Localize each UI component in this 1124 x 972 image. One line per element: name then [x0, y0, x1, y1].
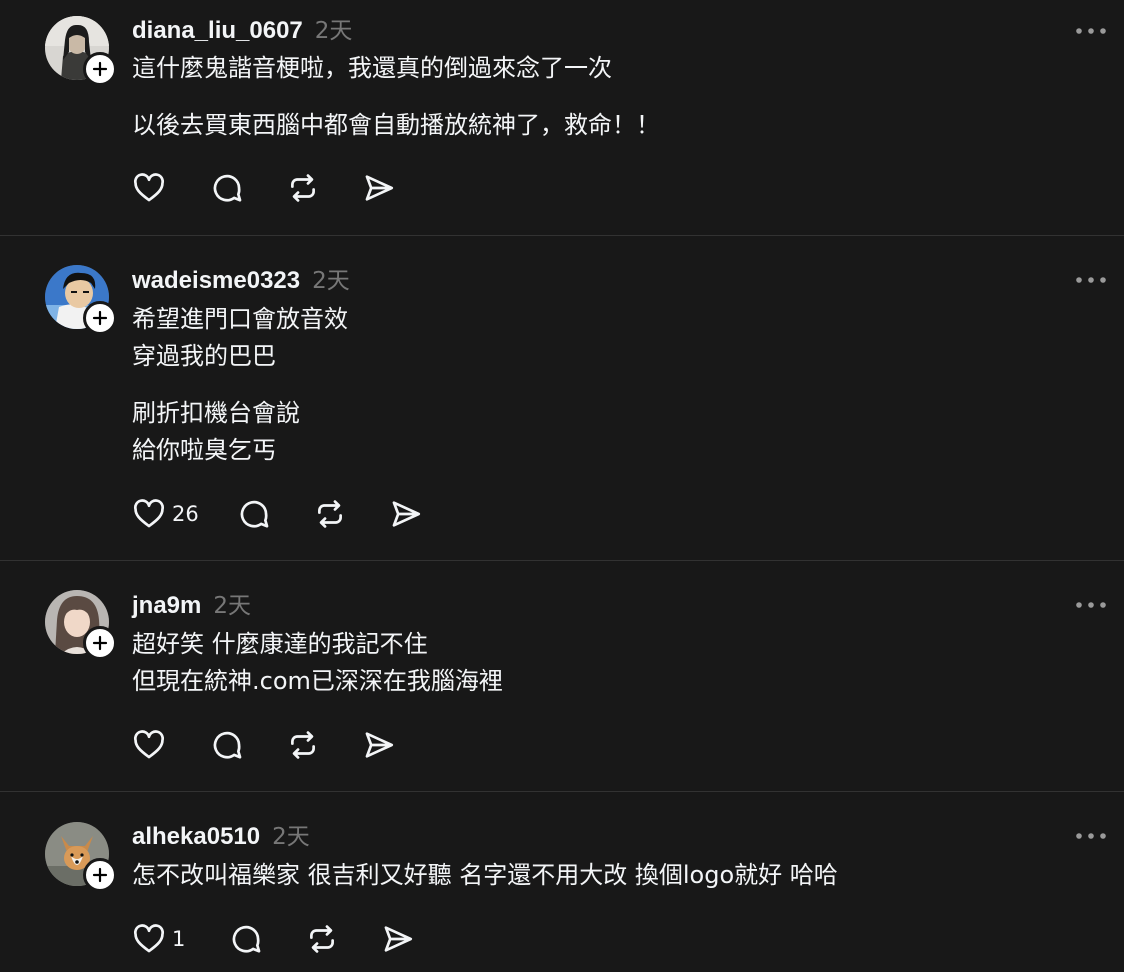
repost-button[interactable] [286, 728, 320, 762]
action-bar: 26 [132, 496, 423, 532]
action-bar [132, 170, 396, 206]
timestamp[interactable]: 2天 [312, 261, 350, 295]
username[interactable]: alheka0510 [132, 823, 260, 851]
timestamp[interactable]: 2天 [213, 586, 251, 620]
plus-icon [92, 635, 108, 651]
repost-button[interactable] [313, 497, 347, 531]
plus-icon [92, 310, 108, 326]
action-bar: 1 [132, 921, 415, 957]
more-options-button[interactable] [1075, 827, 1107, 839]
more-options-button[interactable] [1075, 271, 1107, 283]
share-button[interactable] [362, 171, 396, 205]
repost-button[interactable] [305, 922, 339, 956]
reply-post: diana_liu_0607 2天 這什麼鬼諧音梗啦，我還真的倒過來念了一次 以… [0, 0, 1124, 236]
text-line: 刷折扣機台會說 [132, 399, 300, 427]
avatar-wrapper[interactable] [45, 822, 117, 892]
repost-button[interactable] [286, 171, 320, 205]
follow-button[interactable] [83, 301, 117, 335]
text-line: 穿過我的巴巴 [132, 342, 276, 370]
repost-icon [291, 174, 315, 202]
reply-button[interactable] [229, 922, 263, 956]
heart-icon [134, 173, 164, 202]
timestamp[interactable]: 2天 [272, 817, 310, 851]
like-button[interactable]: 26 [132, 497, 199, 531]
replies-feed: diana_liu_0607 2天 這什麼鬼諧音梗啦，我還真的倒過來念了一次 以… [0, 0, 1124, 972]
like-button[interactable]: 1 [132, 922, 185, 956]
username[interactable]: wadeisme0323 [132, 267, 300, 295]
more-horizontal-icon [1076, 833, 1106, 839]
post-header: wadeisme0323 2天 [132, 261, 350, 294]
send-icon [365, 732, 394, 758]
post-text: 怎不改叫福樂家 很吉利又好聽 名字還不用大改 換個logo就好 哈哈 [132, 857, 838, 894]
more-options-button[interactable] [1075, 596, 1107, 608]
follow-button[interactable] [83, 858, 117, 892]
repost-icon [291, 731, 315, 759]
username[interactable]: jna9m [132, 592, 201, 620]
plus-icon [92, 61, 108, 77]
heart-icon [134, 924, 164, 953]
comment-icon [233, 925, 261, 953]
reply-post: jna9m 2天 超好笑 什麼康達的我記不住 但現在統神.com已深深在我腦海裡 [0, 561, 1124, 792]
like-button[interactable] [132, 171, 166, 205]
text-line: 怎不改叫福樂家 很吉利又好聽 名字還不用大改 換個logo就好 哈哈 [132, 861, 838, 889]
post-text: 超好笑 什麼康達的我記不住 但現在統神.com已深深在我腦海裡 [132, 626, 503, 700]
heart-icon [134, 730, 164, 759]
text-line: 這什麼鬼諧音梗啦，我還真的倒過來念了一次 [132, 54, 612, 82]
like-button[interactable] [132, 728, 166, 762]
text-line: 以後去買東西腦中都會自動播放統神了，救命！！ [132, 111, 660, 139]
heart-icon [134, 499, 164, 528]
share-button[interactable] [389, 497, 423, 531]
avatar-wrapper[interactable] [45, 590, 117, 660]
text-line: 希望進門口會放音效 [132, 305, 348, 333]
reply-button[interactable] [210, 171, 244, 205]
post-header: alheka0510 2天 [132, 817, 310, 850]
username[interactable]: diana_liu_0607 [132, 17, 303, 45]
action-bar [132, 727, 396, 763]
text-line: 但現在統神.com已深深在我腦海裡 [132, 667, 503, 695]
more-options-button[interactable] [1075, 22, 1107, 34]
send-icon [365, 175, 394, 201]
post-text: 希望進門口會放音效 穿過我的巴巴 刷折扣機台會說 給你啦臭乞丐 [132, 301, 348, 469]
send-icon [392, 501, 420, 527]
more-horizontal-icon [1076, 28, 1106, 34]
text-line: 給你啦臭乞丐 [132, 436, 276, 464]
share-button[interactable] [362, 728, 396, 762]
avatar-wrapper[interactable] [45, 16, 117, 86]
comment-icon [240, 500, 269, 528]
comment-icon [213, 174, 242, 202]
reply-post: wadeisme0323 2天 希望進門口會放音效 穿過我的巴巴 刷折扣機台會說… [0, 236, 1124, 561]
like-count[interactable]: 1 [172, 927, 185, 951]
more-horizontal-icon [1076, 277, 1106, 283]
plus-icon [92, 867, 108, 883]
follow-button[interactable] [83, 52, 117, 86]
post-text: 這什麼鬼諧音梗啦，我還真的倒過來念了一次 以後去買東西腦中都會自動播放統神了，救… [132, 50, 660, 144]
more-horizontal-icon [1076, 602, 1106, 608]
reply-post: alheka0510 2天 怎不改叫福樂家 很吉利又好聽 名字還不用大改 換個l… [0, 792, 1124, 972]
like-count[interactable]: 26 [172, 502, 199, 526]
text-line: 超好笑 什麼康達的我記不住 [132, 630, 428, 658]
share-button[interactable] [381, 922, 415, 956]
send-icon [384, 926, 413, 952]
timestamp[interactable]: 2天 [315, 11, 353, 45]
post-header: jna9m 2天 [132, 586, 251, 619]
repost-icon [310, 925, 335, 953]
post-header: diana_liu_0607 2天 [132, 11, 352, 44]
reply-button[interactable] [237, 497, 271, 531]
comment-icon [213, 731, 242, 759]
avatar-wrapper[interactable] [45, 265, 117, 335]
follow-button[interactable] [83, 626, 117, 660]
repost-icon [317, 500, 342, 528]
reply-button[interactable] [210, 728, 244, 762]
